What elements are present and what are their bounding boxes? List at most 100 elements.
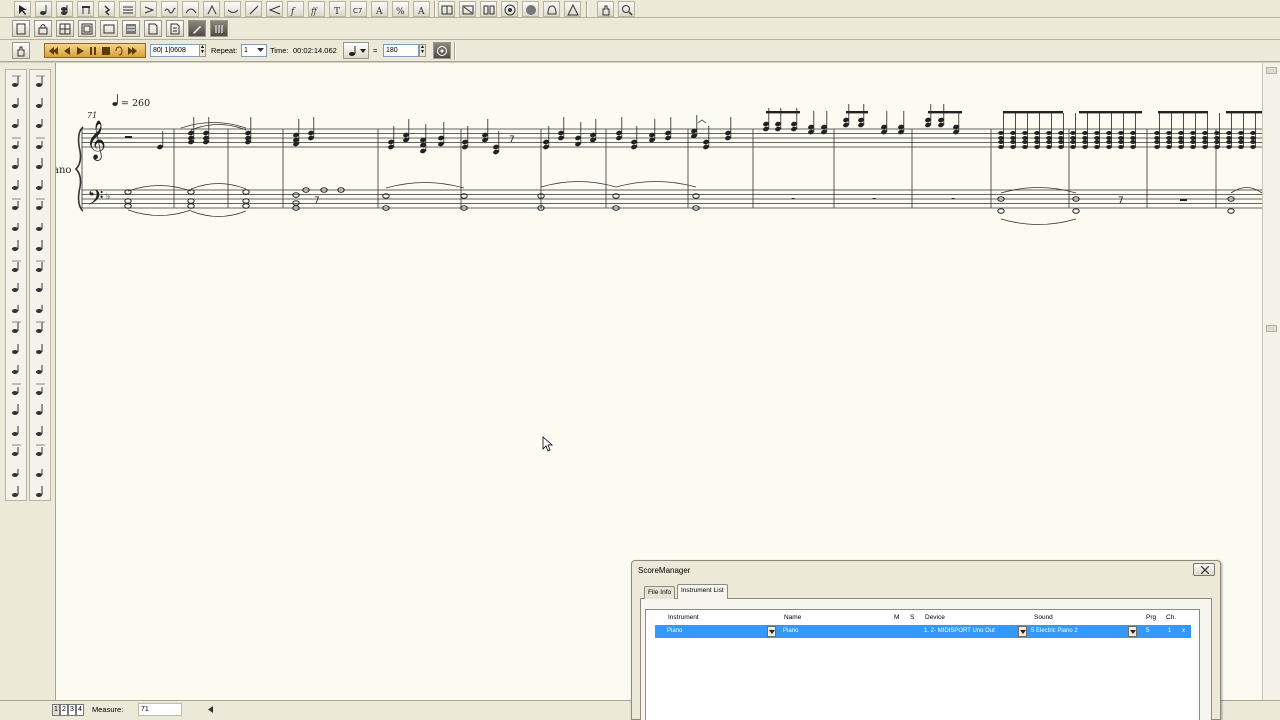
text-tool-icon[interactable]: T <box>329 1 346 17</box>
accent-tool-icon[interactable] <box>140 1 157 17</box>
page-tab-2[interactable]: 2 <box>60 704 68 716</box>
triplet-icon[interactable] <box>8 442 25 458</box>
document-icon[interactable] <box>144 20 162 37</box>
pause-icon[interactable] <box>88 46 98 56</box>
whole-note-icon[interactable] <box>8 94 25 110</box>
erase-icon[interactable] <box>8 401 25 417</box>
half-note-icon[interactable] <box>32 114 49 130</box>
col-header-program[interactable]: Prg <box>1146 613 1156 622</box>
quarter-note-icon[interactable] <box>8 135 25 151</box>
sixteenth-note-icon[interactable] <box>8 176 25 192</box>
pencil-icon[interactable] <box>188 20 206 37</box>
col-header-channel[interactable]: Ch. <box>1166 613 1176 622</box>
col-header-solo[interactable]: S <box>910 613 914 622</box>
instrument-dropdown[interactable] <box>767 626 776 637</box>
keyboard-tool-icon[interactable] <box>501 1 518 17</box>
scroll-view-icon[interactable] <box>100 20 118 37</box>
close-button[interactable] <box>1193 563 1215 576</box>
page-tab-3[interactable]: 3 <box>68 704 76 716</box>
scroll-up-arrow[interactable] <box>1266 67 1277 74</box>
sharp-icon[interactable] <box>8 278 25 294</box>
page-tab-1[interactable]: 1 <box>52 704 60 716</box>
note-input-icon[interactable] <box>35 1 52 17</box>
measure-field[interactable]: 71 <box>138 703 182 716</box>
rest-icon[interactable] <box>32 422 49 438</box>
col-header-device[interactable]: Device <box>925 613 945 622</box>
voice-icon[interactable] <box>8 463 25 479</box>
page-view-icon[interactable] <box>12 20 30 37</box>
tie-icon[interactable] <box>8 381 25 397</box>
rest-tool-icon[interactable] <box>98 1 115 17</box>
tempo-spinner[interactable]: ▲ ▼ <box>419 44 426 57</box>
rest-icon[interactable] <box>8 422 25 438</box>
ornament-tool-icon[interactable] <box>161 1 178 17</box>
chord-icon[interactable] <box>8 483 25 499</box>
tempo-note-button[interactable] <box>343 42 369 59</box>
rewind-icon[interactable] <box>49 46 59 56</box>
page-tab-4[interactable]: 4 <box>76 704 84 716</box>
sound-dropdown[interactable] <box>1128 626 1137 637</box>
natural-icon[interactable] <box>8 299 25 315</box>
table-row[interactable]: Piano Piano 1. 2- MIDISPORT Uno Out 5 El… <box>655 625 1191 638</box>
expression-tool-icon[interactable]: f <box>287 1 304 17</box>
metronome-icon[interactable] <box>433 42 451 59</box>
beam-tool-icon[interactable] <box>77 1 94 17</box>
frame-view-icon[interactable] <box>78 20 96 37</box>
pedal-tool-icon[interactable] <box>203 1 220 17</box>
chord-symbol-icon[interactable]: C7 <box>350 1 367 17</box>
line-tool-icon[interactable] <box>245 1 262 17</box>
scroll-thumb[interactable] <box>1266 325 1277 332</box>
col-header-mute[interactable]: M <box>894 613 899 622</box>
arpeggio-icon[interactable] <box>8 360 25 376</box>
fingering-tool-icon[interactable]: A <box>413 1 430 17</box>
grace-note-icon[interactable] <box>32 340 49 356</box>
sixty-fourth-note-icon[interactable] <box>32 217 49 233</box>
tab-file-info[interactable]: File Info <box>644 586 676 599</box>
tempo-field[interactable]: 180 <box>383 44 419 57</box>
grid-view-icon[interactable] <box>56 20 74 37</box>
quarter-note-icon[interactable] <box>32 135 49 151</box>
grace-note-icon[interactable] <box>8 340 25 356</box>
sixty-fourth-note-icon[interactable] <box>8 217 25 233</box>
pencil-icon[interactable] <box>32 73 49 89</box>
col-header-instrument[interactable]: Instrument <box>668 613 699 622</box>
triangle-tool-icon[interactable] <box>564 1 581 17</box>
hand-tool-icon[interactable] <box>597 1 614 17</box>
eighth-note-icon[interactable] <box>8 155 25 171</box>
col-header-sound[interactable]: Sound <box>1034 613 1053 622</box>
half-note-icon[interactable] <box>8 114 25 130</box>
chord-tool-icon[interactable] <box>56 1 73 17</box>
lock-icon[interactable] <box>34 20 52 37</box>
tab-instrument-list[interactable]: Instrument List <box>677 584 728 599</box>
split-measure-icon[interactable] <box>480 1 497 17</box>
device-dropdown[interactable] <box>1018 626 1027 637</box>
slur-tool-icon[interactable] <box>182 1 199 17</box>
triplet-icon[interactable] <box>32 442 49 458</box>
mixer-tool-icon[interactable] <box>522 1 539 17</box>
chord-icon[interactable] <box>32 483 49 499</box>
list-view-icon[interactable] <box>122 20 140 37</box>
dynamics-tool-icon[interactable]: ff <box>308 1 325 17</box>
sharp-icon[interactable] <box>32 278 49 294</box>
flat-icon[interactable] <box>32 258 49 274</box>
tuplet-icon[interactable] <box>32 319 49 335</box>
eighth-note-icon[interactable] <box>32 155 49 171</box>
properties-icon[interactable] <box>166 20 184 37</box>
mixer-panel-icon[interactable] <box>210 20 228 37</box>
thirty-second-note-icon[interactable] <box>32 196 49 212</box>
tie-tool-icon[interactable] <box>224 1 241 17</box>
forward-icon[interactable] <box>127 46 137 56</box>
whole-note-icon[interactable] <box>32 94 49 110</box>
flat-icon[interactable] <box>8 258 25 274</box>
pencil-icon[interactable] <box>8 73 25 89</box>
play-icon[interactable] <box>75 46 85 56</box>
zoom-tool-icon[interactable] <box>618 1 635 17</box>
playback-position-field[interactable]: 80| 1|0608 <box>150 44 200 57</box>
delete-measure-icon[interactable] <box>459 1 476 17</box>
thirty-second-note-icon[interactable] <box>8 196 25 212</box>
chevron-down-icon[interactable] <box>257 48 264 53</box>
scroll-left-arrow-icon[interactable] <box>208 706 214 713</box>
back-icon[interactable] <box>62 46 72 56</box>
percent-tool-icon[interactable]: % <box>392 1 409 17</box>
loop-icon[interactable] <box>114 46 124 56</box>
